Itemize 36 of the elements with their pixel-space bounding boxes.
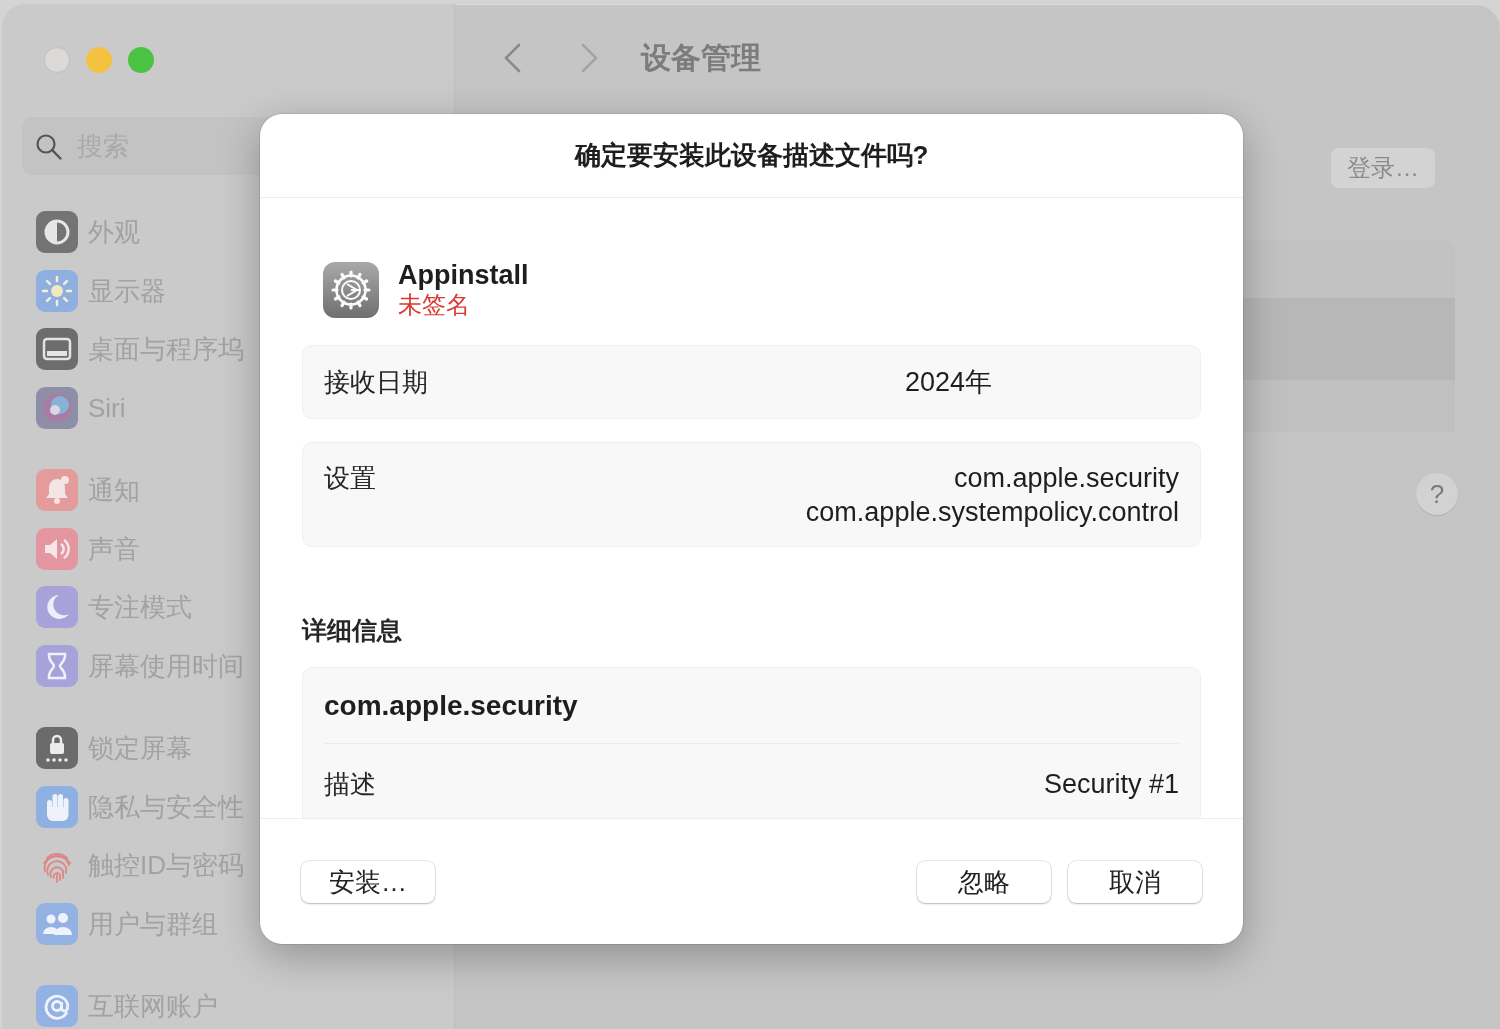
at-sign-icon	[36, 985, 78, 1028]
hourglass-icon	[36, 644, 78, 687]
profile-name: Appinstall	[398, 260, 529, 290]
help-button[interactable]: ?	[1416, 473, 1458, 515]
field-value: com.apple.systempolicy.control	[805, 496, 1179, 529]
field-value: com.apple.security	[953, 462, 1179, 495]
field-value: 2024年	[905, 367, 993, 397]
people-icon	[36, 902, 78, 945]
lock-icon	[36, 727, 78, 770]
chevron-left-icon[interactable]	[503, 43, 521, 73]
payload-title: com.apple.security	[324, 689, 578, 722]
install-button[interactable]: 安装…	[301, 861, 435, 903]
minimize-button[interactable]	[86, 47, 112, 73]
speaker-icon	[36, 527, 78, 570]
search-icon	[35, 133, 62, 160]
page-title: 设备管理	[641, 39, 761, 76]
field-label: 接收日期	[324, 366, 428, 399]
bell-icon	[36, 469, 78, 512]
section-heading: 详细信息	[302, 615, 402, 646]
moon-icon	[36, 586, 78, 629]
hand-icon	[36, 785, 78, 828]
login-button[interactable]: 登录…	[1331, 148, 1435, 188]
dialog-button[interactable]: 忽略	[917, 861, 1051, 903]
field-value: Security #1	[1043, 768, 1179, 801]
field-label: 描述	[324, 768, 376, 801]
field-label: 设置	[324, 462, 376, 495]
dialog-button[interactable]: 取消	[1068, 861, 1202, 903]
signature-status: 未签名	[398, 290, 470, 320]
chevron-right-icon[interactable]	[581, 43, 599, 73]
appearance-icon	[36, 211, 78, 254]
window-icon	[36, 328, 78, 371]
gear-icon	[323, 262, 379, 318]
dialog-title: 确定要安装此设备描述文件吗?	[574, 139, 929, 172]
orb-icon	[36, 386, 78, 429]
zoom-button[interactable]	[128, 47, 154, 73]
sun-icon	[36, 269, 78, 312]
